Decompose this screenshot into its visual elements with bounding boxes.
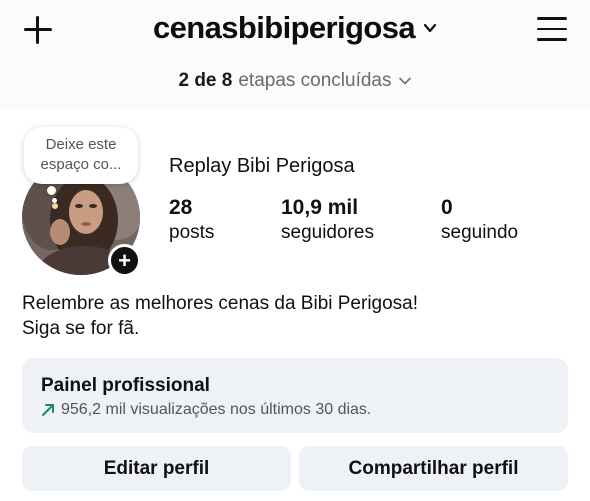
professional-dashboard[interactable]: Painel profissional 956,2 mil visualizaç… [22,358,568,433]
onboarding-steps[interactable]: 2 de 8 etapas concluídas [0,70,590,92]
pro-panel-subtitle: 956,2 mil visualizações nos últimos 30 d… [61,401,372,418]
note-bubble-tail [47,186,56,195]
stat-followers[interactable]: 10,9 mil seguidores [281,196,374,246]
username: cenasbibiperigosa [152,10,416,45]
edit-profile-button[interactable]: Editar perfil [22,446,291,491]
stat-posts[interactable]: 28 posts [169,196,214,246]
note-line-1: Deixe este [45,136,117,153]
steps-count: 2 de 8 [178,70,233,91]
steps-label: etapas concluídas [238,70,392,91]
display-name: Replay Bibi Perigosa [169,155,355,177]
pro-panel-title: Painel profissional [41,375,210,396]
stat-following[interactable]: 0 seguindo [441,196,518,246]
top-bar: cenasbibiperigosa 2 de 8 etapas concluíd… [0,0,590,110]
stat-label: posts [169,222,215,243]
chevron-down-icon [398,77,411,85]
stat-label: seguidores [281,222,374,243]
bio: Relembre as melhores cenas da Bibi Perig… [22,291,418,341]
bio-line-2: Siga se for fã. [22,318,140,339]
chevron-down-icon [423,23,437,33]
note-bubble-tail-small [52,198,57,203]
hamburger-menu-icon[interactable] [537,17,567,41]
pro-panel-subtitle-row: 956,2 mil visualizações nos últimos 30 d… [41,401,568,419]
share-profile-button[interactable]: Compartilhar perfil [299,446,568,491]
add-story-icon[interactable]: + [108,244,141,277]
profile-screen: cenasbibiperigosa 2 de 8 etapas concluíd… [0,0,590,501]
stat-value: 0 [441,196,453,219]
note-line-2: espaço co... [40,156,122,173]
trend-up-icon [42,404,54,416]
bio-line-1: Relembre as melhores cenas da Bibi Perig… [22,293,419,314]
account-switcher[interactable]: cenasbibiperigosa [0,10,590,46]
note-bubble[interactable]: Deixe este espaço co... [24,127,138,184]
stat-label: seguindo [441,222,519,243]
stat-value: 28 [169,196,193,219]
stat-value: 10,9 mil [281,196,359,219]
